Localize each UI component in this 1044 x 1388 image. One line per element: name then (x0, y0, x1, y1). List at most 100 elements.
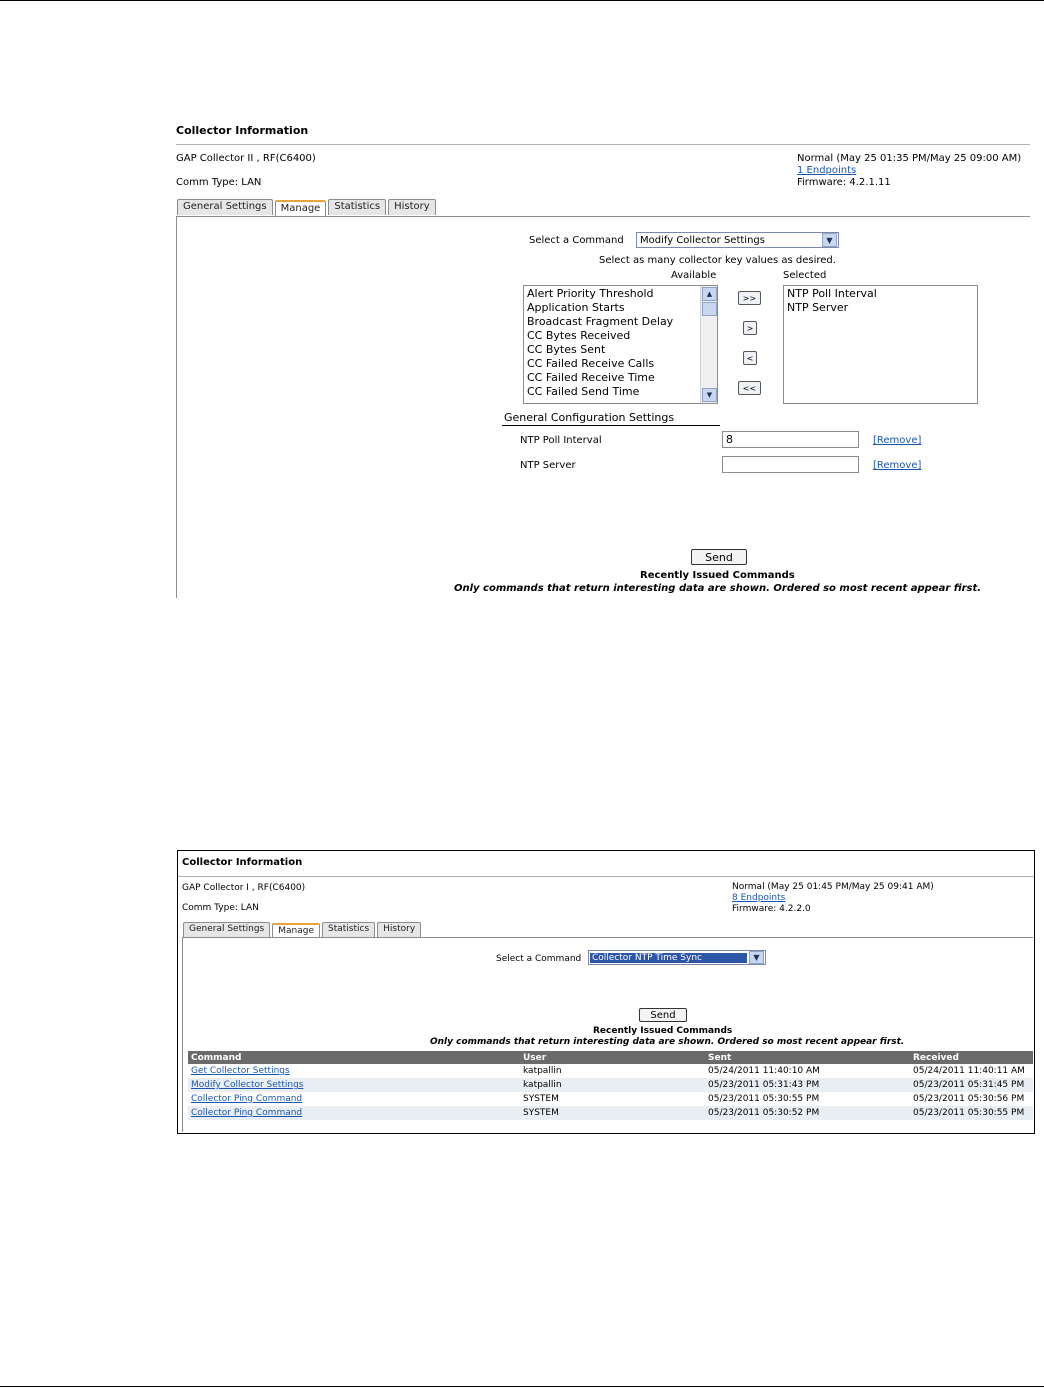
panel-title: Collector Information (182, 857, 303, 868)
user-cell: katpallin (523, 1066, 562, 1076)
received-cell: 05/23/2011 05:30:56 PM (913, 1094, 1025, 1104)
command-select-value: Modify Collector Settings (640, 234, 765, 246)
available-list-item[interactable]: CC Bytes Sent (524, 343, 717, 357)
move-all-left-button[interactable]: << (738, 381, 761, 395)
user-cell: SYSTEM (520, 1106, 705, 1120)
selected-list-item[interactable]: NTP Poll Interval (784, 287, 977, 301)
ntp-server-input[interactable] (722, 456, 859, 473)
available-list[interactable]: Alert Priority Threshold Application Star… (523, 285, 718, 404)
command-link[interactable]: Collector Ping Command (188, 1106, 520, 1120)
tab-bar: General Settings Manage Statistics Histo… (177, 199, 436, 216)
section-heading: General Configuration Settings (504, 411, 675, 424)
tab-general-settings[interactable]: General Settings (183, 922, 271, 937)
received-cell: 05/23/2011 05:31:45 PM (910, 1078, 1033, 1092)
collector-panel-2: Collector Information GAP Collector I , … (177, 850, 1035, 1134)
available-list-item[interactable]: CC Bytes Received (524, 329, 717, 343)
user-cell: SYSTEM (523, 1094, 559, 1104)
title-divider (178, 876, 1034, 877)
content-left-border (176, 216, 177, 598)
sent-cell: 05/23/2011 05:30:55 PM (708, 1094, 820, 1104)
firmware-version: Firmware: 4.2.2.0 (732, 904, 811, 914)
ntp-poll-interval-remove[interactable]: [Remove] (873, 435, 921, 446)
collector-status: Normal (May 25 01:45 PM/May 25 09:41 AM) (732, 882, 934, 892)
firmware-version: Firmware: 4.2.1.11 (797, 177, 891, 188)
command-link[interactable]: Get Collector Settings (188, 1064, 520, 1078)
comm-type: Comm Type: LAN (182, 903, 259, 913)
available-list-scrollbar[interactable]: ▲ ▼ (700, 286, 717, 403)
tab-baseline (182, 937, 1033, 938)
tab-statistics[interactable]: Statistics (328, 199, 387, 215)
table-row: Modify Collector Settings katpallin 05/23/… (188, 1078, 1033, 1092)
command-select[interactable]: Modify Collector Settings ▼ (636, 232, 839, 248)
col-received-header: Received (910, 1051, 1033, 1064)
recent-commands-table: Command User Sent Received Get Collector… (188, 1051, 1033, 1120)
available-list-item[interactable]: CC Failed Receive Calls (524, 357, 717, 371)
endpoints-link[interactable]: 8 Endpoints (732, 893, 785, 903)
move-all-right-button[interactable]: >> (738, 291, 761, 305)
recent-commands-note: Only commands that return interesting da… (454, 583, 982, 594)
user-cell: katpallin (520, 1078, 705, 1092)
ntp-poll-interval-label: NTP Poll Interval (520, 435, 602, 446)
col-command-header: Command (188, 1051, 520, 1064)
scroll-down-icon[interactable]: ▼ (702, 388, 717, 402)
title-divider (176, 144, 1030, 145)
col-sent-header: Sent (705, 1051, 910, 1064)
section-heading-rule (502, 425, 720, 426)
select-command-label: Select a Command (496, 954, 582, 964)
ntp-server-remove[interactable]: [Remove] (873, 460, 921, 471)
available-list-item[interactable]: Application Starts (524, 301, 717, 315)
send-button[interactable]: Send (691, 549, 747, 565)
chevron-down-icon: ▼ (822, 233, 837, 247)
available-list-item[interactable]: CC Failed Receive Time (524, 371, 717, 385)
tab-general-settings[interactable]: General Settings (177, 199, 273, 215)
selected-list-item[interactable]: NTP Server (784, 301, 977, 315)
received-cell: 05/24/2011 11:40:11 AM (913, 1066, 1025, 1076)
available-list-item[interactable]: CC Failed Send Time (524, 385, 717, 399)
collector-name: GAP Collector II , RF(C6400) (176, 153, 316, 164)
tab-bar: General Settings Manage Statistics Histo… (183, 922, 422, 938)
endpoints-link[interactable]: 1 Endpoints (797, 165, 856, 176)
sent-cell: 05/24/2011 11:40:10 AM (708, 1066, 820, 1076)
command-select-value: Collector NTP Time Sync (590, 952, 747, 963)
tab-manage[interactable]: Manage (274, 200, 327, 216)
selected-list[interactable]: NTP Poll Interval NTP Server (783, 285, 978, 404)
move-left-button[interactable]: < (743, 351, 757, 365)
sent-cell: 05/23/2011 05:31:43 PM (705, 1078, 910, 1092)
table-row: Collector Ping Command SYSTEM 05/23/2011 0… (188, 1106, 1033, 1120)
received-cell: 05/23/2011 05:30:55 PM (910, 1106, 1033, 1120)
tab-manage[interactable]: Manage (272, 923, 320, 938)
selected-label: Selected (783, 270, 827, 281)
available-list-item[interactable]: Alert Priority Threshold (524, 287, 717, 301)
select-command-label: Select a Command (529, 235, 624, 246)
recent-commands-note: Only commands that return interesting da… (430, 1037, 905, 1047)
tab-baseline (176, 216, 1030, 217)
ntp-poll-interval-input[interactable]: 8 (722, 431, 859, 448)
command-link[interactable]: Collector Ping Command (188, 1092, 520, 1106)
ntp-server-label: NTP Server (520, 460, 576, 471)
panel-title: Collector Information (176, 124, 309, 137)
collector-status: Normal (May 25 01:35 PM/May 25 09:00 AM) (797, 153, 1022, 164)
tab-history[interactable]: History (388, 199, 436, 215)
col-user-header: User (520, 1051, 705, 1064)
move-right-button[interactable]: > (743, 321, 757, 335)
scroll-thumb[interactable] (702, 302, 717, 316)
available-label: Available (671, 270, 717, 281)
command-select[interactable]: Collector NTP Time Sync ▼ (588, 950, 766, 965)
recent-commands-heading: Recently Issued Commands (593, 1026, 733, 1036)
collector-panel-1: Collector Information GAP Collector II ,… (176, 122, 1030, 598)
page-top-rule (0, 0, 1044, 1)
comm-type: Comm Type: LAN (176, 177, 262, 188)
send-button[interactable]: Send (639, 1008, 687, 1022)
sent-cell: 05/23/2011 05:30:52 PM (705, 1106, 910, 1120)
table-row: Get Collector Settings katpallin 05/24/201… (188, 1064, 1033, 1078)
collector-name: GAP Collector I , RF(C6400) (182, 883, 306, 893)
tab-history[interactable]: History (377, 922, 422, 937)
content-left-border (182, 937, 183, 1132)
table-header-row: Command User Sent Received (188, 1051, 1033, 1064)
command-link[interactable]: Modify Collector Settings (188, 1078, 520, 1092)
scroll-up-icon[interactable]: ▲ (702, 287, 717, 301)
tab-statistics[interactable]: Statistics (322, 922, 376, 937)
table-row: Collector Ping Command SYSTEM 05/23/2011 0… (188, 1092, 1033, 1106)
page-bottom-rule (0, 1386, 1044, 1387)
available-list-item[interactable]: Broadcast Fragment Delay (524, 315, 717, 329)
